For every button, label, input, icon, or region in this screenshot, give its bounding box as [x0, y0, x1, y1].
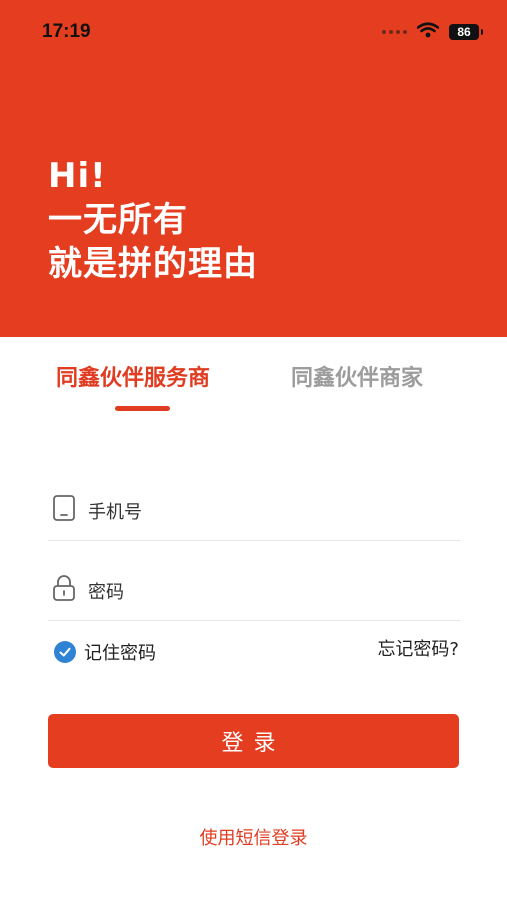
active-tab-indicator [115, 406, 170, 411]
sms-login-link[interactable]: 使用短信登录 [0, 824, 507, 850]
login-type-tabs: 同鑫伙伴服务商 同鑫伙伴商家 [0, 360, 507, 420]
hero-line-3: 就是拼的理由 [48, 244, 258, 284]
cellular-signal-icon [382, 30, 407, 34]
phone-icon [52, 494, 76, 522]
check-icon[interactable] [54, 641, 76, 663]
forgot-password-link[interactable]: 忘记密码? [377, 635, 459, 661]
status-indicators: 86 [382, 21, 483, 43]
hero-greeting: Hi! [48, 156, 107, 196]
remember-password[interactable]: 记住密码 [54, 640, 156, 664]
hero-slogan: Hi! 一无所有 就是拼的理由 [48, 154, 258, 286]
password-field[interactable]: 密码 [48, 560, 460, 621]
login-button[interactable]: 登录 [48, 714, 459, 768]
status-time: 17:19 [42, 21, 91, 42]
tab-service-provider[interactable]: 同鑫伙伴服务商 [56, 360, 210, 392]
lock-icon [52, 574, 76, 602]
wifi-icon [416, 22, 440, 42]
hero-line-2: 一无所有 [48, 200, 188, 240]
tab-merchant[interactable]: 同鑫伙伴商家 [291, 360, 423, 392]
hero-banner: 17:19 86 Hi! 一无所有 就是拼的理由 [0, 0, 507, 337]
phone-field[interactable]: 手机号 [48, 480, 460, 541]
password-input[interactable]: 密码 [88, 578, 124, 604]
battery-indicator: 86 [449, 24, 483, 40]
remember-label: 记住密码 [84, 643, 156, 664]
phone-input[interactable]: 手机号 [88, 498, 142, 524]
